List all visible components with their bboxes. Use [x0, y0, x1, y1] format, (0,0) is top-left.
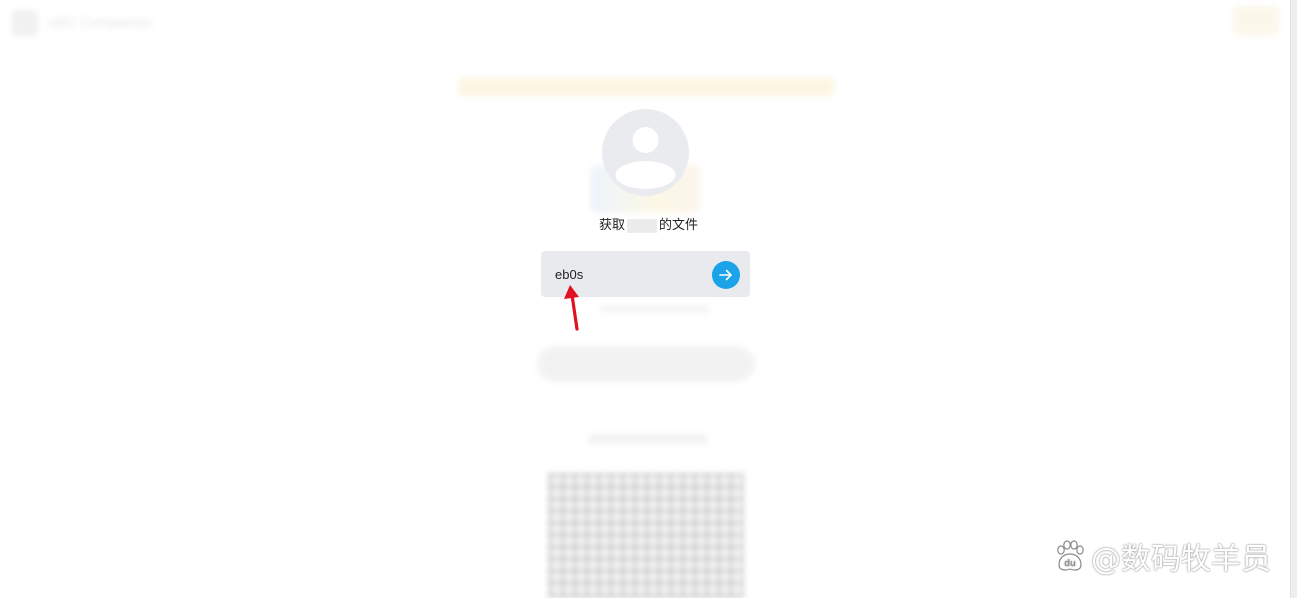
hint-text — [600, 305, 710, 313]
qr-code — [548, 473, 744, 598]
red-arrow-icon — [564, 285, 579, 331]
watermark: du @数码牧羊员 — [1053, 534, 1271, 578]
account-button[interactable] — [1233, 6, 1279, 36]
paw-icon: du — [1057, 540, 1084, 571]
extract-code-input[interactable] — [555, 265, 705, 283]
avatar — [602, 109, 689, 196]
redacted-name — [627, 218, 657, 233]
user-silhouette-icon — [615, 127, 676, 189]
app-title: ABC Companion — [48, 14, 153, 30]
share-caption: 获取 的文件 — [0, 214, 1297, 233]
qr-caption — [588, 434, 708, 444]
app-logo[interactable] — [12, 10, 38, 36]
watermark-text: @数码牧羊员 — [1091, 542, 1271, 577]
watermark-logo-text: du — [1064, 559, 1075, 569]
scrollbar[interactable] — [1290, 0, 1297, 598]
page-heading — [458, 78, 834, 96]
submit-button[interactable] — [712, 261, 740, 289]
arrow-right-icon — [719, 269, 732, 281]
save-to-drive-button[interactable] — [537, 346, 755, 382]
caption-prefix: 获取 — [598, 218, 625, 233]
caption-suffix: 的文件 — [659, 218, 699, 233]
